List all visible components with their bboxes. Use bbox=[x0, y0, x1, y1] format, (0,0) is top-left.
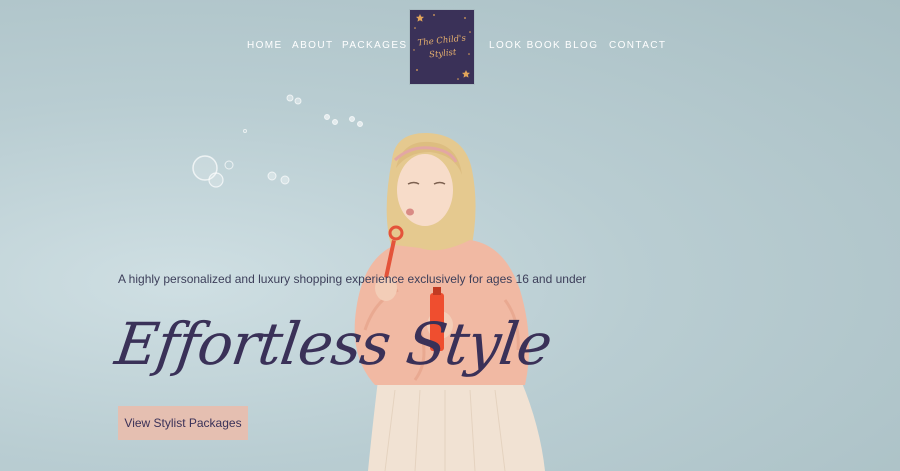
hero-tagline: A highly personalized and luxury shoppin… bbox=[118, 272, 587, 286]
site-logo[interactable]: The Child's Stylist bbox=[410, 10, 474, 84]
svg-text:The Child's: The Child's bbox=[417, 33, 467, 48]
nav-blog-link[interactable]: BLOG bbox=[565, 40, 598, 51]
logo-image: The Child's Stylist bbox=[413, 14, 471, 80]
nav-packages-link[interactable]: PACKAGES bbox=[342, 40, 407, 51]
bubbles-image bbox=[192, 94, 363, 188]
view-stylist-packages-button[interactable]: View Stylist Packages bbox=[118, 406, 248, 440]
nav-contact-link[interactable]: CONTACT bbox=[609, 40, 666, 51]
nav-about-link[interactable]: ABOUT bbox=[292, 40, 333, 51]
nav-lookbook-link[interactable]: LOOK BOOK bbox=[489, 40, 561, 51]
svg-text:Stylist: Stylist bbox=[429, 48, 458, 61]
hero-headline: Effortless Style bbox=[111, 310, 556, 378]
girl-image bbox=[354, 132, 545, 471]
nav-home-link[interactable]: HOME bbox=[247, 40, 283, 51]
hero-section: HOME ABOUT PACKAGES The Child's Stylist … bbox=[0, 0, 900, 471]
